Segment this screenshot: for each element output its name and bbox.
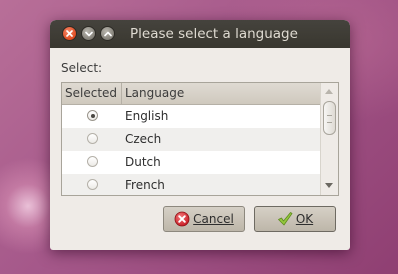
chevron-down-icon	[84, 31, 93, 37]
select-label: Select:	[61, 61, 103, 75]
column-header-language[interactable]: Language	[122, 83, 320, 104]
ok-button[interactable]: OK	[254, 206, 336, 232]
language-label: French	[125, 178, 165, 192]
language-radio[interactable]	[87, 110, 98, 121]
chevron-up-icon	[103, 31, 112, 37]
language-row-french[interactable]: French	[62, 174, 320, 195]
language-row-english[interactable]: English	[62, 105, 320, 128]
language-radio[interactable]	[87, 156, 98, 167]
language-radio[interactable]	[87, 179, 98, 190]
checkmark-icon	[277, 211, 293, 227]
cancel-button-label: Cancel	[193, 212, 234, 226]
window-maximize-button[interactable]	[100, 26, 115, 41]
list-scrollbar[interactable]	[320, 83, 338, 195]
language-row-czech[interactable]: Czech	[62, 128, 320, 151]
cancel-icon	[174, 211, 190, 227]
ok-button-label: OK	[295, 212, 314, 226]
language-list[interactable]: Selected Language English Czech Dutch Fr…	[61, 82, 339, 196]
scrollbar-thumb[interactable]	[323, 101, 336, 135]
window-close-button[interactable]	[62, 26, 77, 41]
window-minimize-button[interactable]	[81, 26, 96, 41]
language-label: English	[125, 109, 169, 123]
language-rows: English Czech Dutch French	[62, 105, 320, 195]
language-row-dutch[interactable]: Dutch	[62, 151, 320, 174]
close-icon	[66, 30, 73, 37]
language-dialog: Please select a language Select: Selecte…	[50, 20, 350, 250]
column-header-selected[interactable]: Selected	[62, 83, 122, 104]
title-bar[interactable]: Please select a language	[50, 20, 350, 48]
language-radio[interactable]	[87, 133, 98, 144]
dialog-title: Please select a language	[130, 26, 298, 42]
list-header: Selected Language	[62, 83, 320, 105]
cancel-button[interactable]: Cancel	[163, 206, 245, 232]
scroll-down-arrow-icon[interactable]	[325, 183, 333, 188]
language-label: Czech	[125, 132, 162, 146]
language-label: Dutch	[125, 155, 161, 169]
scroll-up-arrow-icon[interactable]	[325, 89, 333, 94]
